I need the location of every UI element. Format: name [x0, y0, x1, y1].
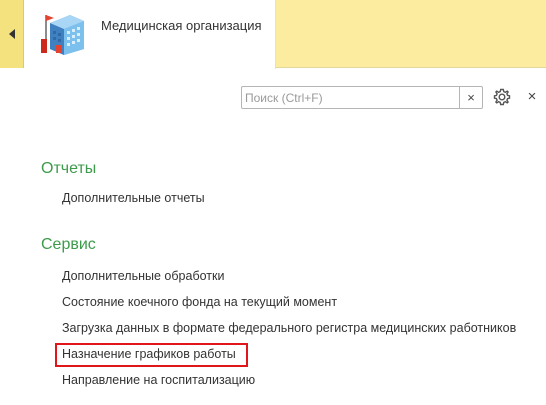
- collapse-panel-button[interactable]: [0, 0, 24, 68]
- top-panel: Медицинская организация: [0, 0, 546, 69]
- triangle-left-icon: [8, 29, 15, 39]
- search-field[interactable]: ×: [241, 86, 483, 109]
- section-title-service: Сервис: [41, 236, 96, 253]
- section-tab-title: Медицинская организация: [101, 18, 262, 33]
- section-title-reports: Отчеты: [41, 160, 97, 177]
- section-tab-medical-organization[interactable]: Медицинская организация: [24, 0, 276, 69]
- link-bed-fund-status[interactable]: Состояние коечного фонда на текущий моме…: [62, 295, 337, 309]
- search-input[interactable]: [245, 89, 455, 106]
- gear-icon[interactable]: [492, 87, 512, 107]
- close-button[interactable]: ×: [524, 88, 540, 106]
- link-additional-reports[interactable]: Дополнительные отчеты: [62, 191, 205, 205]
- link-additional-processors[interactable]: Дополнительные обработки: [62, 269, 224, 283]
- highlight-frame: [55, 343, 248, 367]
- link-hospitalization-referral[interactable]: Направление на госпитализацию: [62, 373, 255, 387]
- link-federal-register-import[interactable]: Загрузка данных в формате федерального р…: [62, 321, 516, 335]
- clear-search-button[interactable]: ×: [459, 87, 482, 108]
- building-icon: [41, 15, 84, 55]
